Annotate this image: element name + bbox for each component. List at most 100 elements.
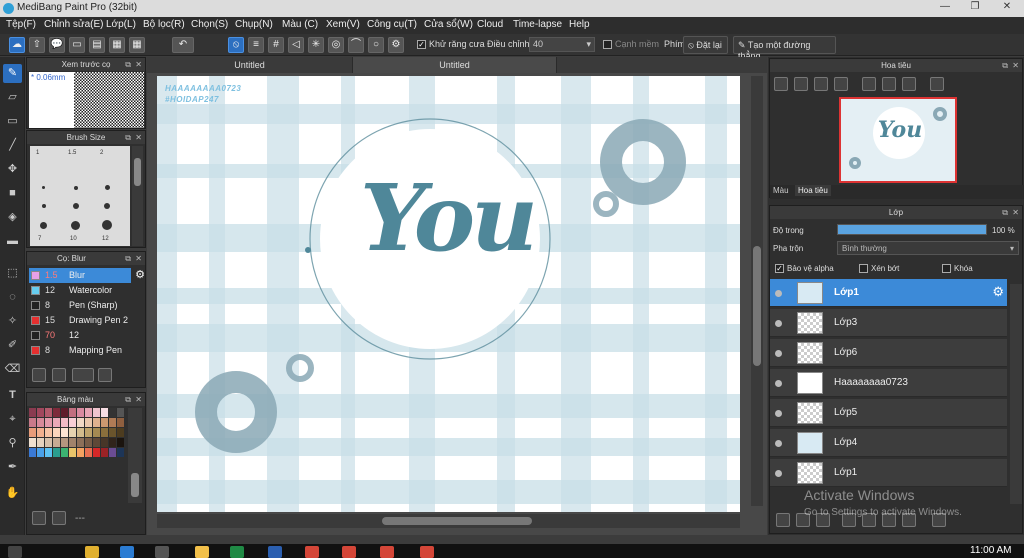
palette-swatch[interactable] — [109, 438, 116, 447]
chrome-icon[interactable] — [380, 546, 394, 558]
delete-color-icon[interactable] — [52, 511, 66, 525]
palette-swatch[interactable] — [85, 408, 92, 417]
upload-icon[interactable]: ⇧ — [29, 37, 45, 53]
palette-swatch[interactable] — [117, 438, 124, 447]
palette-swatch[interactable] — [45, 408, 52, 417]
palette-swatch[interactable] — [93, 438, 100, 447]
popout-icon[interactable]: ⧉ — [1002, 206, 1008, 219]
close-icon[interactable]: ✕ — [135, 393, 142, 406]
chrome-icon[interactable] — [305, 546, 319, 558]
popout-icon[interactable]: ⧉ — [125, 131, 131, 144]
brush-list-item[interactable]: 15 Drawing Pen 2 — [29, 313, 131, 328]
gear-icon[interactable]: ⚙ — [135, 268, 145, 281]
palette-swatch[interactable] — [101, 438, 108, 447]
palette-swatch[interactable] — [101, 408, 108, 417]
page-icon[interactable]: ▤ — [89, 37, 105, 53]
palette-swatch[interactable] — [37, 438, 44, 447]
folder-icon[interactable] — [195, 546, 209, 558]
zoom-out-icon[interactable] — [794, 77, 808, 91]
close-icon[interactable]: ✕ — [135, 131, 142, 144]
size-dot[interactable] — [105, 185, 110, 190]
new-layer-icon[interactable] — [776, 513, 790, 527]
palette-swatch[interactable] — [109, 408, 116, 417]
brush-list-item[interactable]: 70 12 — [29, 328, 131, 343]
soft-edge-checkbox[interactable] — [603, 40, 612, 49]
no-snap-icon[interactable]: ⦸ — [228, 37, 244, 53]
delete-brush-icon[interactable] — [98, 368, 112, 382]
palette-swatch[interactable] — [69, 408, 76, 417]
popout-icon[interactable]: ⧉ — [125, 393, 131, 406]
close-button[interactable]: ✕ — [992, 1, 1022, 16]
taskbar-app-icon[interactable] — [120, 546, 134, 558]
eyedropper-icon[interactable]: ✒ — [3, 458, 22, 477]
hand-tool-icon[interactable]: ✋ — [3, 484, 22, 503]
rotate-right-icon[interactable] — [902, 77, 916, 91]
canvas-vertical-scrollbar[interactable] — [751, 76, 763, 506]
menu-file[interactable]: Tệp(F) — [6, 19, 36, 30]
palette-swatch[interactable] — [37, 448, 44, 457]
popout-icon[interactable]: ⧉ — [125, 58, 131, 71]
brush-tool-icon[interactable]: ✎ — [3, 64, 22, 83]
menu-cloud[interactable]: Cloud — [477, 19, 503, 30]
text-tool-icon[interactable]: T — [3, 386, 22, 405]
size-dot[interactable] — [40, 222, 47, 229]
palette-swatch[interactable] — [85, 448, 92, 457]
protect-alpha-checkbox[interactable]: ✓ — [775, 264, 784, 273]
size-dot[interactable] — [104, 203, 110, 209]
grid-snap-icon[interactable]: # — [268, 37, 284, 53]
clip-checkbox[interactable] — [859, 264, 868, 273]
layer-row[interactable]: Lớp1 — [770, 459, 1007, 487]
popout-icon[interactable]: ⧉ — [1002, 59, 1008, 72]
layer-row[interactable]: Lớp1 ⚙ — [770, 279, 1007, 307]
speech-bubble-icon[interactable]: 💬 — [49, 37, 65, 53]
brush-list-item[interactable]: 1.5 Blur ⚙ — [29, 268, 145, 283]
size-dot[interactable] — [73, 203, 79, 209]
new-brush-icon[interactable] — [52, 368, 66, 382]
menu-snap[interactable]: Chụp(N) — [235, 19, 273, 30]
straight-line-button[interactable]: ✎ Tạo một đường thẳng — [733, 36, 836, 61]
close-icon[interactable]: ✕ — [1012, 59, 1019, 72]
lasso-tool-icon[interactable]: ◌ — [3, 288, 22, 307]
palette-swatch[interactable] — [117, 418, 124, 427]
palette-swatch[interactable] — [101, 418, 108, 427]
move-tool-icon[interactable]: ✥ — [3, 160, 22, 179]
palette-swatch[interactable] — [29, 438, 36, 447]
size-label-1[interactable]: 1 — [36, 150, 39, 156]
brush-list-item[interactable]: 8 Pen (Sharp) — [29, 298, 131, 313]
size-label-12[interactable]: 12 — [102, 236, 109, 242]
palette-swatch[interactable] — [85, 438, 92, 447]
fill-rect-icon[interactable]: ■ — [3, 184, 22, 203]
close-icon[interactable]: ✕ — [1012, 206, 1019, 219]
palette-swatch[interactable] — [93, 408, 100, 417]
taskbar-app-icon[interactable] — [155, 546, 169, 558]
dropper-tool-icon[interactable]: ⚲ — [3, 434, 22, 453]
palette-swatch[interactable] — [101, 428, 108, 437]
antialias-checkbox[interactable]: ✓ — [417, 40, 426, 49]
eraser-tool-icon[interactable]: ▱ — [3, 88, 22, 107]
palette-swatch[interactable] — [77, 418, 84, 427]
palette-swatch[interactable] — [45, 418, 52, 427]
palette-swatch[interactable] — [77, 428, 84, 437]
opacity-slider[interactable] — [837, 224, 987, 235]
palette-swatch[interactable] — [45, 448, 52, 457]
palette-swatch[interactable] — [93, 448, 100, 457]
palette-swatch[interactable] — [61, 428, 68, 437]
menu-help[interactable]: Help — [569, 19, 590, 30]
palette-swatch[interactable] — [53, 438, 60, 447]
select-eraser-icon[interactable]: ⌫ — [3, 360, 22, 379]
vscroll-thumb[interactable] — [753, 246, 761, 366]
palette-swatch[interactable] — [117, 448, 124, 457]
maximize-button[interactable]: ❐ — [960, 1, 990, 16]
size-label-10[interactable]: 10 — [70, 236, 77, 242]
palette-swatch[interactable] — [29, 418, 36, 427]
brush-list-item[interactable]: 12 Watercolor — [29, 283, 131, 298]
visibility-eye-icon[interactable] — [775, 350, 782, 357]
layer-row[interactable]: Haaaaaaaa0723 — [770, 369, 1007, 397]
visibility-eye-icon[interactable] — [775, 440, 782, 447]
radial-snap-icon[interactable]: ✳ — [308, 37, 324, 53]
reset-button[interactable]: ⦸ Đặt lại — [683, 36, 728, 54]
select-tool-icon[interactable]: ⬚ — [3, 264, 22, 283]
palette-swatch[interactable] — [61, 418, 68, 427]
palette-swatch[interactable] — [29, 408, 36, 417]
popout-icon[interactable]: ⧉ — [125, 252, 131, 265]
